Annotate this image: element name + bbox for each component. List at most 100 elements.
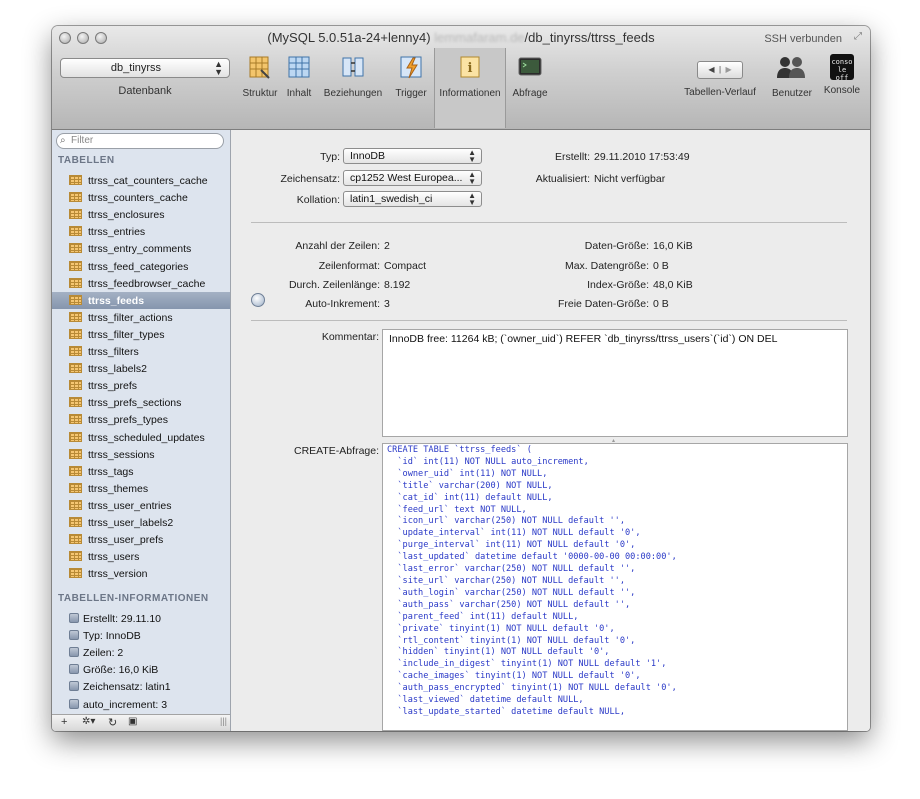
tool-beziehungen[interactable]: Beziehungen (320, 54, 386, 99)
title-server: (MySQL 5.0.51a-24+lenny4) (267, 30, 431, 45)
fullscreen-icon[interactable]: ⤢ (854, 31, 862, 42)
sidebar-table-item[interactable]: ttrss_user_prefs (52, 531, 230, 548)
sidebar-table-item[interactable]: ttrss_user_entries (52, 497, 230, 514)
sidebar-table-label: ttrss_sessions (88, 448, 155, 461)
max-data-size-label: Max. Datengröße: (564, 260, 649, 272)
sidebar-table-item[interactable]: ttrss_filters (52, 343, 230, 360)
tool-benutzer[interactable]: Benutzer (769, 54, 815, 99)
sidebar-table-item[interactable]: ttrss_themes (52, 480, 230, 497)
sidebar-table-item[interactable]: ttrss_tags (52, 463, 230, 480)
gear-menu-icon[interactable]: ✲▾ (82, 716, 95, 727)
sidebar-table-item[interactable]: ttrss_counters_cache (52, 189, 230, 206)
tables-heading: TABELLEN (58, 155, 115, 166)
table-info-item: Größe: 16,0 KiB (52, 661, 230, 678)
sidebar-table-label: ttrss_filters (88, 346, 139, 358)
sidebar-table-item[interactable]: ttrss_scheduled_updates (52, 429, 230, 446)
history-nav-buttons[interactable]: ◀ | ▶ (697, 61, 743, 79)
sidebar-table-item[interactable]: ttrss_labels2 (52, 360, 230, 377)
comment-textarea[interactable]: InnoDB free: 11264 kB; (`owner_uid`) REF… (382, 329, 848, 437)
table-icon (69, 380, 82, 391)
sidebar-table-label: ttrss_entries (88, 226, 146, 239)
table-info-label: Zeichensatz: latin1 (83, 681, 171, 694)
table-info-item: Typ: InnoDB (52, 627, 230, 644)
table-info-heading: TABELLEN-INFORMATIONEN (58, 593, 209, 604)
sidebar-table-item[interactable]: ttrss_prefs_types (52, 411, 230, 428)
tool-trigger-label: Trigger (395, 88, 427, 99)
structure-icon (249, 56, 270, 79)
table-info-item: Erstellt: 29.11.10 (52, 610, 230, 627)
tool-konsole[interactable]: conso le off Konsole (820, 54, 864, 96)
info-bullet-icon (69, 613, 79, 623)
separator (251, 320, 847, 321)
app-window: (MySQL 5.0.51a-24+lenny4) lemmafaram.de/… (52, 26, 870, 731)
sidebar-table-item[interactable]: ttrss_version (52, 565, 230, 582)
tool-beziehungen-label: Beziehungen (323, 88, 383, 99)
sidebar-table-item[interactable]: ttrss_filter_types (52, 326, 230, 343)
collation-select[interactable]: latin1_swedish_ci ▲ ▼ (343, 191, 482, 207)
table-icon (69, 260, 82, 271)
sidebar-table-item[interactable]: ttrss_prefs_sections (52, 394, 230, 411)
sidebar-table-item[interactable]: ttrss_feed_categories (52, 258, 230, 275)
table-menu-icon[interactable]: ▣ (128, 716, 137, 727)
sidebar-table-item[interactable]: ttrss_filter_actions (52, 309, 230, 326)
updown-arrow-icon: ▲ ▼ (214, 59, 223, 77)
updated-label: Aktualisiert: (535, 173, 590, 185)
sidebar-table-label: ttrss_labels2 (88, 363, 147, 376)
tool-struktur[interactable]: Struktur (238, 54, 282, 99)
table-icon (69, 346, 82, 356)
free-data-size-value: 0 B (653, 298, 669, 310)
collation-label: Kollation: (296, 194, 340, 206)
tool-informationen[interactable]: i Informationen (434, 48, 506, 128)
trigger-icon (400, 56, 422, 79)
comment-label: Kommentar: (321, 331, 379, 343)
table-info-label: Größe: 16,0 KiB (83, 664, 159, 677)
table-icon (69, 277, 82, 288)
tool-tabellen-verlauf[interactable]: Tabellen-Verlauf (678, 82, 762, 98)
sidebar-table-item[interactable]: ttrss_feeds (52, 291, 230, 309)
create-statement-code: CREATE TABLE `ttrss_feeds` ( `id` int(11… (387, 445, 677, 717)
sidebar-table-label: ttrss_filter_types (88, 328, 165, 341)
query-icon (518, 57, 542, 76)
sidebar-table-item[interactable]: ttrss_entry_comments (52, 240, 230, 257)
sidebar-table-item[interactable]: ttrss_enclosures (52, 206, 230, 223)
tool-inhalt[interactable]: Inhalt (282, 54, 316, 99)
refresh-icon[interactable]: ↻ (108, 716, 117, 729)
table-icon (69, 363, 82, 374)
sidebar-table-item[interactable]: ttrss_prefs (52, 377, 230, 394)
back-arrow-icon[interactable]: ◀ (708, 65, 714, 74)
sidebar-table-label: ttrss_user_labels2 (88, 517, 174, 529)
info-bullet-icon (69, 647, 79, 658)
filter-input[interactable]: ⌕ Filter (56, 133, 224, 149)
sidebar-table-item[interactable]: ttrss_sessions (52, 446, 230, 463)
sidebar-table-item[interactable]: ttrss_user_labels2 (52, 514, 230, 531)
sidebar-table-label: ttrss_scheduled_updates (88, 431, 205, 444)
info-pane: Typ: InnoDB ▲ ▼ Zeichensatz: cp1252 West E… (231, 130, 870, 731)
sidebar-table-label: ttrss_themes (88, 482, 149, 495)
tool-abfrage[interactable]: Abfrage (510, 54, 550, 99)
sidebar-table-item[interactable]: ttrss_entries (52, 223, 230, 240)
sidebar-table-label: ttrss_feedbrowser_cache (88, 277, 206, 290)
add-table-icon[interactable]: + (61, 716, 67, 728)
tool-tabellen-verlauf-label: Tabellen-Verlauf (684, 87, 756, 98)
tool-trigger[interactable]: Trigger (389, 54, 433, 99)
sidebar-table-item[interactable]: ttrss_users (52, 548, 230, 565)
create-statement-textarea[interactable]: CREATE TABLE `ttrss_feeds` ( `id` int(11… (382, 443, 848, 731)
index-size-value: 48,0 KiB (653, 279, 693, 291)
table-icon (69, 568, 82, 579)
separator (251, 222, 847, 223)
sidebar-table-item[interactable]: ttrss_feedbrowser_cache (52, 275, 230, 292)
table-info-item: auto_increment: 3 (52, 696, 230, 713)
max-data-size-value: 0 B (653, 260, 669, 272)
table-info-label: Erstellt: 29.11.10 (83, 613, 162, 625)
database-select[interactable]: db_tinyrss ▲ ▼ (60, 58, 230, 78)
relations-icon (342, 57, 364, 77)
database-label: Datenbank (118, 85, 172, 97)
sidebar-table-label: ttrss_counters_cache (88, 192, 188, 205)
forward-arrow-icon[interactable]: ▶ (725, 65, 731, 74)
splitter-grip-icon[interactable]: ||| (220, 716, 227, 726)
updated-value: Nicht verfügbar (594, 173, 666, 185)
rows-value: 2 (384, 240, 390, 252)
sidebar-table-item[interactable]: ttrss_cat_counters_cache (52, 172, 230, 189)
sidebar: ⌕ Filter TABELLEN ttrss_cat_counters_cac… (52, 130, 231, 731)
table-icon (69, 192, 82, 203)
